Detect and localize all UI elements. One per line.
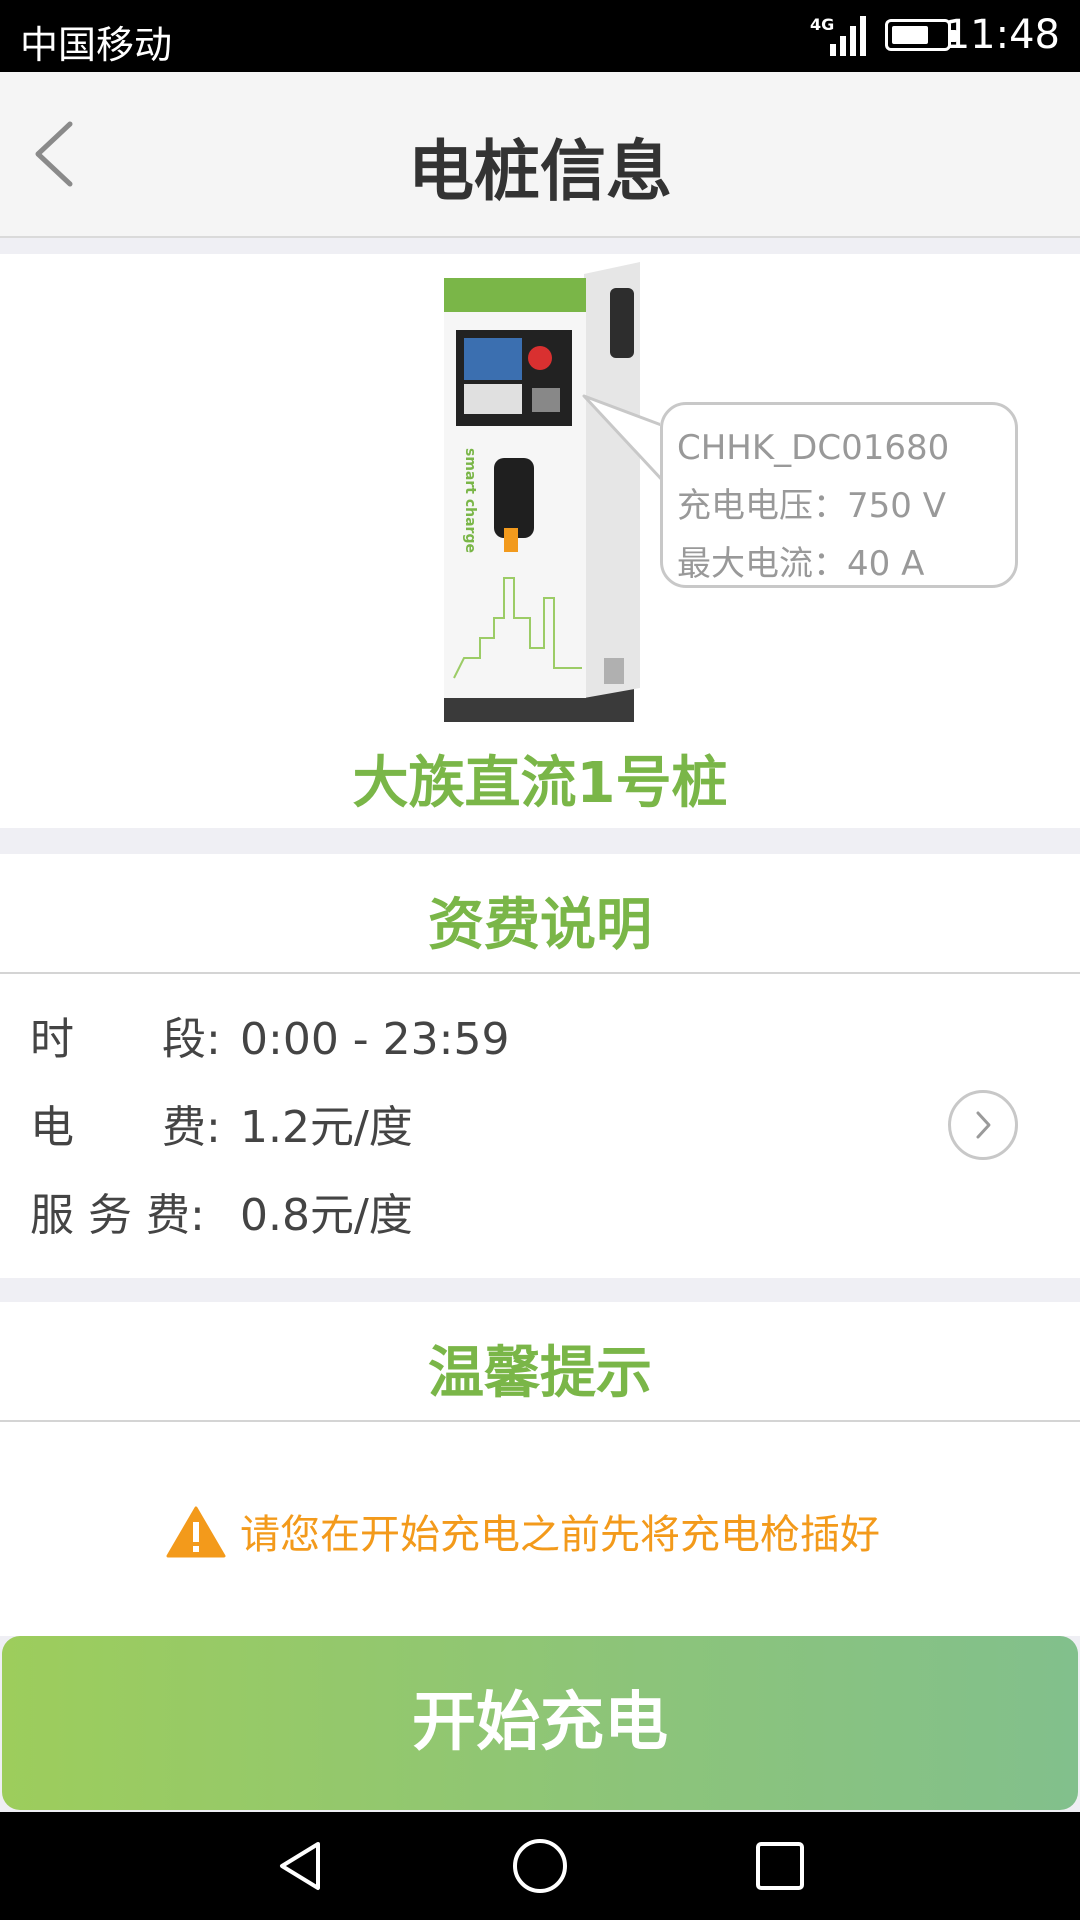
fee-label: 服 务 费: (30, 1190, 205, 1241)
battery-level (892, 26, 928, 44)
nav-recent-icon[interactable] (750, 1836, 810, 1896)
fee-detail-button[interactable] (948, 1090, 1018, 1160)
start-charging-button[interactable]: 开始充电 (2, 1636, 1078, 1810)
fee-section-title: 资费说明 (428, 893, 652, 958)
system-nav-bar (0, 1812, 1080, 1920)
divider (0, 1420, 1080, 1422)
tips-section: 温馨提示 请您在开始充电之前先将充电枪插好 (0, 1302, 1080, 1636)
pile-voltage: 充电电压：750 V (677, 486, 946, 526)
pile-info-card: smart charge CHHK_DC01680 充电电压：750 V 最大电… (0, 254, 1080, 828)
fee-value: 1.2元/度 (240, 1102, 413, 1153)
pile-max-current: 最大电流：40 A (677, 544, 925, 584)
tips-section-title: 温馨提示 (428, 1341, 652, 1406)
fee-label: 时 段: (30, 1014, 221, 1065)
signal-icon: 4G (810, 15, 866, 56)
status-time: 11:48 (944, 12, 1060, 58)
status-bar: 中国移动 4G 11:48 (0, 0, 1080, 72)
divider (0, 972, 1080, 974)
fee-value: 0.8元/度 (240, 1190, 413, 1241)
pile-spec-bubble: CHHK_DC01680 充电电压：750 V 最大电流：40 A (660, 402, 1018, 588)
fee-section: 资费说明 时 段: 0:00 - 23:59 电 费: 1.2元/度 服 务 费… (0, 854, 1080, 1278)
header-bar: 电桩信息 (0, 72, 1080, 238)
fee-value: 0:00 - 23:59 (240, 1014, 510, 1065)
carrier-name: 中国移动 (20, 23, 173, 67)
chevron-right-icon (976, 1111, 991, 1139)
fee-label: 电 费: (30, 1102, 221, 1153)
pile-id: CHHK_DC01680 (677, 428, 950, 468)
pile-image-caption: smart charge (462, 448, 478, 553)
tip-message: 请您在开始充电之前先将充电枪插好 (240, 1512, 880, 1558)
pile-name: 大族直流1号桩 (352, 751, 728, 816)
page-title: 电桩信息 (408, 133, 672, 210)
nav-home-icon[interactable] (510, 1836, 570, 1896)
warning-icon (166, 1506, 226, 1558)
battery-icon (885, 19, 957, 51)
network-type: 4G (810, 15, 834, 34)
nav-back-icon[interactable] (270, 1836, 330, 1896)
